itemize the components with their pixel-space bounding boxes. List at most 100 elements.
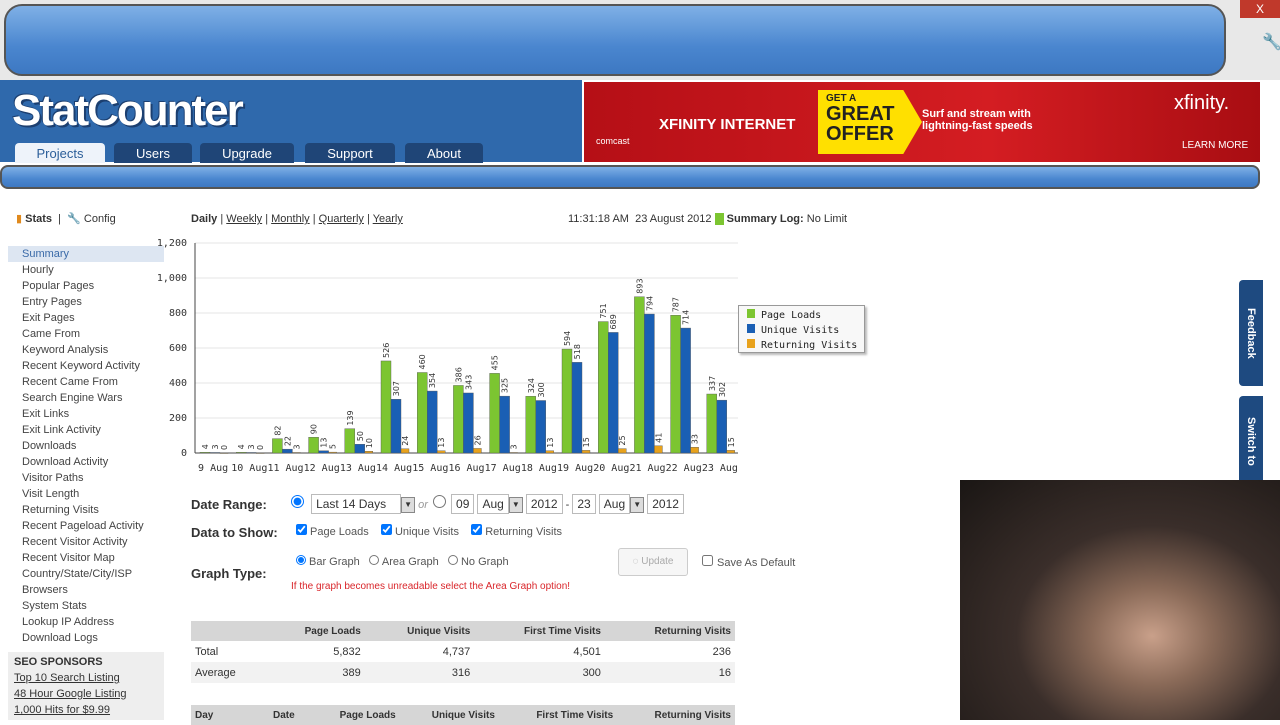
data-label: 337	[708, 376, 717, 391]
data-label: 82	[273, 425, 282, 435]
sidebar-item[interactable]: Recent Keyword Activity	[8, 358, 164, 374]
data-label: 3	[247, 444, 256, 449]
period-quarterly[interactable]: Quarterly	[319, 213, 364, 225]
sidebar-item[interactable]: Search Engine Wars	[8, 390, 164, 406]
data-label: 25	[618, 435, 627, 445]
to-year[interactable]: 2012	[647, 494, 684, 514]
sidebar-item[interactable]: Hourly	[8, 262, 164, 278]
ad-sponsor: comcast	[596, 136, 630, 146]
bar-page-loads	[670, 315, 681, 454]
from-year[interactable]: 2012	[525, 494, 563, 514]
data-label: 3	[510, 444, 519, 449]
data-label: 354	[428, 373, 437, 388]
radio-bar-graph[interactable]: Bar Graph	[296, 555, 360, 568]
period-daily[interactable]: Daily	[191, 213, 217, 225]
radio-no-graph[interactable]: No Graph	[447, 555, 509, 568]
legend-swatch	[747, 324, 755, 333]
bar-returning-visits	[437, 450, 446, 454]
sponsor-link[interactable]: 1,000 Hits for $9.99	[8, 704, 164, 720]
graph-options: Bar Graph Area Graph No Graph	[296, 555, 509, 568]
tab-projects[interactable]: Projects	[15, 143, 105, 163]
close-window-button[interactable]: X	[1240, 0, 1280, 18]
sidebar-item[interactable]: Lookup IP Address	[8, 614, 164, 630]
sidebar-item[interactable]: Visitor Paths	[8, 470, 164, 486]
refresh-icon: ◌	[632, 556, 639, 567]
save-as-default-checkbox[interactable]: Save As Default	[702, 555, 795, 569]
switch-to-tab[interactable]: Switch to	[1239, 396, 1263, 486]
sidebar-item[interactable]: Recent Visitor Map	[8, 550, 164, 566]
ad-learn-more[interactable]: LEARN MORE	[1182, 140, 1248, 151]
sidebar-item[interactable]: Recent Visitor Activity	[8, 534, 164, 550]
wrench-icon[interactable]: 🔧	[1262, 32, 1280, 52]
data-label: 26	[473, 435, 482, 445]
from-day[interactable]: 09	[451, 494, 475, 514]
statcounter-logo[interactable]: StatCounter	[12, 86, 244, 136]
tab-support[interactable]: Support	[305, 143, 395, 163]
range-custom-radio[interactable]	[432, 495, 446, 508]
chevron-down-icon[interactable]: ▼	[401, 497, 416, 514]
sidebar-item[interactable]: Exit Link Activity	[8, 422, 164, 438]
table-cell: 5,832	[333, 645, 361, 658]
to-day[interactable]: 23	[572, 494, 596, 514]
sidebar-item[interactable]: Recent Came From	[8, 374, 164, 390]
table-cell: 316	[364, 662, 475, 683]
period-weekly[interactable]: Weekly	[226, 213, 262, 225]
y-tick-label: 1,000	[157, 273, 187, 284]
y-tick-label: 800	[169, 308, 187, 319]
sidebar-item[interactable]: Country/State/City/ISP	[8, 566, 164, 582]
column-header: Unique Visits	[364, 621, 475, 641]
x-tick-label: 15 Aug	[412, 463, 448, 474]
sidebar-item[interactable]: System Stats	[8, 598, 164, 614]
radio-area-graph[interactable]: Area Graph	[368, 555, 439, 568]
bar-page-loads	[598, 321, 609, 454]
chevron-down-icon[interactable]: ▼	[508, 497, 523, 514]
sidebar-item[interactable]: Download Logs	[8, 630, 164, 646]
checkbox-returning-visits[interactable]: Returning Visits	[471, 524, 562, 538]
table-cell: 4,737	[442, 645, 471, 658]
log-icon	[714, 213, 724, 226]
period-yearly[interactable]: Yearly	[373, 213, 403, 225]
table-cell: 389	[266, 662, 365, 683]
x-tick-label: 13 Aug	[340, 463, 376, 474]
date-range-controls: Last 14 Days ▼ or 09 Aug ▼ 2012 - 23 Aug ▼ …	[291, 494, 684, 514]
sidebar-item[interactable]: Summary	[8, 246, 164, 262]
x-tick-label: 23 Aug	[702, 463, 738, 474]
sponsor-link[interactable]: Top 10 Search Listing	[8, 672, 164, 688]
data-label: 751	[599, 303, 608, 318]
sidebar-item[interactable]: Downloads	[8, 438, 164, 454]
checkbox-page-loads[interactable]: Page Loads	[296, 524, 369, 538]
data-label: 24	[401, 436, 410, 446]
sidebar-item[interactable]: Keyword Analysis	[8, 342, 164, 358]
period-monthly[interactable]: Monthly	[271, 213, 310, 225]
to-month[interactable]: Aug	[598, 494, 631, 514]
tab-upgrade[interactable]: Upgrade	[200, 143, 294, 163]
tab-about[interactable]: About	[405, 143, 483, 163]
sidebar-item[interactable]: Download Activity	[8, 454, 164, 470]
tab-users[interactable]: Users	[114, 143, 192, 163]
sidebar-item[interactable]: Popular Pages	[8, 278, 164, 294]
config-link[interactable]: Config	[84, 213, 116, 225]
bar-page-loads	[453, 385, 464, 454]
sidebar-item[interactable]: Exit Pages	[8, 310, 164, 326]
chevron-down-icon[interactable]: ▼	[630, 497, 645, 514]
data-label: 41	[654, 433, 663, 443]
range-preset-select[interactable]: Last 14 Days	[311, 494, 402, 514]
range-preset-radio[interactable]	[291, 495, 304, 508]
sidebar-item[interactable]: Visit Length	[8, 486, 164, 502]
feedback-tab[interactable]: Feedback	[1239, 280, 1263, 386]
sidebar-item[interactable]: Entry Pages	[8, 294, 164, 310]
table-cell: 236	[712, 645, 731, 658]
sponsor-link[interactable]: 48 Hour Google Listing	[8, 688, 164, 704]
xfinity-ad-banner[interactable]: comcast XFINITY INTERNET GET A GREAT OFF…	[584, 82, 1260, 162]
sidebar-item[interactable]: Exit Links	[8, 406, 164, 422]
sidebar-item[interactable]: Recent Pageload Activity	[8, 518, 164, 534]
stats-link[interactable]: Stats	[25, 213, 52, 225]
sidebar-item[interactable]: Returning Visits	[8, 502, 164, 518]
from-month[interactable]: Aug	[477, 494, 509, 514]
sidebar-item[interactable]: Browsers	[8, 582, 164, 598]
data-label: 594	[563, 331, 572, 346]
update-button[interactable]: ◌ Update	[618, 548, 688, 576]
checkbox-unique-visits[interactable]: Unique Visits	[380, 524, 459, 538]
sidebar-item[interactable]: Came From	[8, 326, 164, 342]
data-label: 460	[418, 354, 427, 369]
